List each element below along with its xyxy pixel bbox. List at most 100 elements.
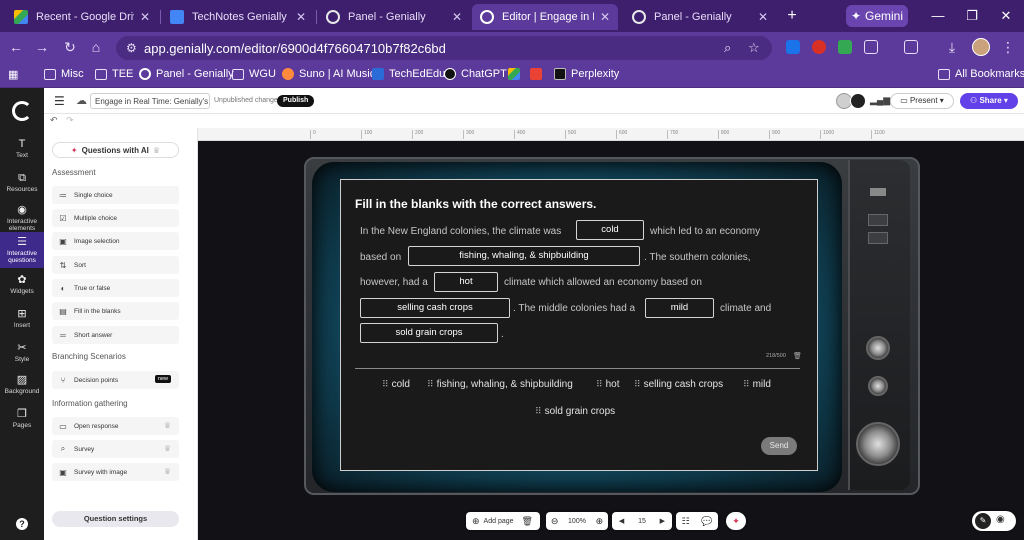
reload-icon[interactable]: ↻ xyxy=(60,37,80,57)
rail-background[interactable]: ▨ Background xyxy=(0,374,44,395)
maximize-button[interactable]: ❐ xyxy=(962,6,982,26)
rail-interactive-questions[interactable]: ☰ Interactive questions xyxy=(0,232,44,268)
minimize-button[interactable]: — xyxy=(928,6,948,26)
apps-grid-icon[interactable]: ▦ xyxy=(8,68,18,81)
tab-google-drive[interactable]: Recent - Google Drive ✕ xyxy=(6,4,158,30)
question-type-multiple-choice[interactable]: ☑ Multiple choice xyxy=(52,209,179,227)
back-arrow-icon[interactable]: ← xyxy=(6,37,26,57)
questions-with-ai-button[interactable]: ✦ Questions with AI ♛ xyxy=(52,142,179,158)
zoom-in-icon[interactable]: ⊕ xyxy=(596,516,604,527)
gemini-button[interactable]: ✦ Gemini xyxy=(846,5,908,27)
home-icon[interactable]: ⌂ xyxy=(86,37,106,57)
extension-icon[interactable] xyxy=(786,40,800,54)
blank-box[interactable]: sold grain crops xyxy=(360,323,498,343)
blank-box[interactable]: hot xyxy=(434,272,498,292)
rail-pages[interactable]: ❐ Pages xyxy=(0,408,44,429)
checklist-icon[interactable]: ☷ xyxy=(682,516,690,527)
rail-insert[interactable]: ⊞ Insert xyxy=(0,308,44,329)
question-title[interactable]: Fill in the blanks with the correct answ… xyxy=(355,197,596,211)
bookmark-misc[interactable]: Misc xyxy=(44,68,84,80)
tab-search-icon[interactable] xyxy=(904,40,918,54)
eye-icon[interactable]: ◉ xyxy=(996,514,1005,525)
next-page-icon[interactable]: ▶ xyxy=(660,517,665,525)
rail-text[interactable]: T Text xyxy=(0,138,44,159)
gmail-bookmark[interactable] xyxy=(530,68,542,80)
google-drive-bookmark[interactable] xyxy=(508,68,520,80)
bookmark-perplexity[interactable]: Perplexity xyxy=(554,68,619,80)
bookmark-tee[interactable]: TEE xyxy=(95,68,133,80)
share-button[interactable]: ⚇ Share ▾ xyxy=(960,93,1018,109)
rail-resources[interactable]: ⧉ Resources xyxy=(0,172,44,193)
present-button[interactable]: ▭ Present ▾ xyxy=(890,93,954,109)
redo-icon[interactable]: ↷ xyxy=(66,115,74,126)
drag-handle-icon[interactable]: ⠿ xyxy=(743,379,750,389)
bookmark-chatgpt[interactable]: ChatGPT xyxy=(444,68,507,80)
close-tab-icon[interactable]: ✕ xyxy=(600,10,610,24)
forward-arrow-icon[interactable]: → xyxy=(32,37,52,57)
extension-icon[interactable] xyxy=(812,40,826,54)
all-bookmarks[interactable]: All Bookmarks xyxy=(938,68,1024,80)
answer-option[interactable]: ⠿ fishing, whaling, & shipbuilding xyxy=(427,379,573,390)
rail-style[interactable]: ✂ Style xyxy=(0,342,44,363)
blank-box[interactable]: cold xyxy=(576,220,644,240)
undo-icon[interactable]: ↶ xyxy=(50,115,58,126)
tab-panel-genially[interactable]: Panel - Genially ✕ xyxy=(318,4,470,30)
add-page-button[interactable]: ⊕ Add page 🗑 xyxy=(466,512,540,530)
bookmark-techededu[interactable]: TechEdEdu xyxy=(372,68,445,80)
close-tab-icon[interactable]: ✕ xyxy=(452,10,462,24)
tab-panel-genially-2[interactable]: Panel - Genially ✕ xyxy=(624,4,776,30)
bookmark-suno[interactable]: Suno | AI Music xyxy=(282,68,375,80)
answer-option[interactable]: ⠿ cold xyxy=(382,379,410,390)
question-type-survey-with-image[interactable]: ▣ Survey with image ♛ xyxy=(52,463,179,481)
blank-box[interactable]: fishing, whaling, & shipbuilding xyxy=(408,246,640,266)
hamburger-menu-icon[interactable]: ☰ xyxy=(54,94,65,108)
new-tab-button[interactable]: + xyxy=(782,6,802,26)
address-bar[interactable]: ⚙ app.genially.com/editor/6900d4f7660471… xyxy=(116,36,772,60)
close-window-button[interactable]: ✕ xyxy=(996,6,1016,26)
question-type-image-selection[interactable]: ▣ Image selection xyxy=(52,232,179,250)
blank-box[interactable]: selling cash crops xyxy=(360,298,510,318)
menu-dots-icon[interactable]: ⋮ xyxy=(998,37,1018,57)
help-icon[interactable]: ? xyxy=(16,518,28,530)
close-tab-icon[interactable]: ✕ xyxy=(758,10,768,24)
question-type-sort[interactable]: ⇅ Sort xyxy=(52,256,179,274)
ai-assistant-button[interactable]: ✦ xyxy=(726,512,746,530)
question-type-true-false[interactable]: ◐ True or false xyxy=(52,279,179,297)
edit-preview-toggle[interactable]: ✎ ◉ xyxy=(972,511,1016,531)
drag-handle-icon[interactable]: ⠿ xyxy=(427,379,434,389)
comment-icon[interactable]: 💬 xyxy=(701,516,712,527)
question-type-open-response[interactable]: ▭ Open response ♛ xyxy=(52,417,179,435)
zoom-icon[interactable]: ⌕ xyxy=(724,40,731,56)
question-type-decision-points[interactable]: ⑂ Decision points new xyxy=(52,371,179,389)
answer-option[interactable]: ⠿ sold grain crops xyxy=(535,406,615,417)
bookmark-panel-genially[interactable]: Panel - Genially xyxy=(139,68,234,80)
previous-page-icon[interactable]: ◀ xyxy=(619,517,624,525)
user-avatar[interactable] xyxy=(850,93,866,109)
zoom-out-icon[interactable]: ⊖ xyxy=(551,516,559,527)
close-tab-icon[interactable]: ✕ xyxy=(296,10,306,24)
bookmark-star-icon[interactable]: ☆ xyxy=(748,40,760,56)
rail-widgets[interactable]: ✿ Widgets xyxy=(0,274,44,295)
answer-option[interactable]: ⠿ hot xyxy=(596,379,620,390)
close-tab-icon[interactable]: ✕ xyxy=(140,10,150,24)
blank-box[interactable]: mild xyxy=(645,298,714,318)
trash-icon[interactable]: 🗑 xyxy=(522,516,533,527)
drag-handle-icon[interactable]: ⠿ xyxy=(535,406,542,416)
answer-option[interactable]: ⠿ selling cash crops xyxy=(634,379,723,390)
drag-handle-icon[interactable]: ⠿ xyxy=(596,379,603,389)
question-type-fill-blanks[interactable]: ▤ Fill in the blanks xyxy=(52,302,179,320)
answer-option[interactable]: ⠿ mild xyxy=(743,379,771,390)
question-type-survey[interactable]: ⌕ Survey ♛ xyxy=(52,440,179,458)
site-info-icon[interactable]: ⚙ xyxy=(126,41,137,55)
drag-handle-icon[interactable]: ⠿ xyxy=(634,379,641,389)
extensions-puzzle-icon[interactable] xyxy=(864,40,878,54)
question-type-short-answer[interactable]: ═ Short answer xyxy=(52,326,179,344)
trash-icon[interactable]: 🗑 xyxy=(793,352,802,360)
tab-technotes[interactable]: TechNotes Genially Live - ✕ xyxy=(162,4,314,30)
pencil-icon[interactable]: ✎ xyxy=(975,513,991,529)
rail-interactive-elements[interactable]: ◉ Interactive elements xyxy=(0,204,44,232)
publish-button[interactable]: Publish xyxy=(277,95,315,107)
drag-handle-icon[interactable]: ⠿ xyxy=(382,379,389,389)
extension-icon[interactable] xyxy=(838,40,852,54)
bookmark-wgu[interactable]: WGU xyxy=(232,68,276,80)
